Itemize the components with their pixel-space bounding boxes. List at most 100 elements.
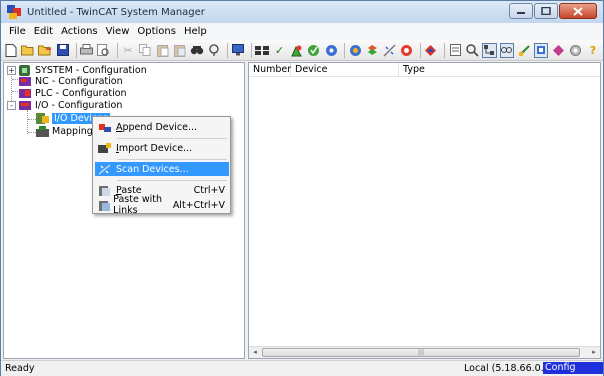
paste-icon[interactable] <box>155 43 169 58</box>
toolbar: ✂ ✓ ? <box>1 40 603 61</box>
menu-file[interactable]: File <box>5 26 30 37</box>
link-variable-icon[interactable] <box>517 43 531 58</box>
scroll-thumb[interactable]: ||| <box>262 348 580 357</box>
menu-edit[interactable]: Edit <box>30 26 57 37</box>
print-preview-icon[interactable] <box>97 43 111 58</box>
menu-item-label: Append Device... <box>116 122 197 133</box>
append-device-icon <box>98 122 111 133</box>
tree-item-label: Mappings <box>52 125 98 137</box>
activate-config-icon[interactable] <box>290 43 304 58</box>
twincat-app-icon <box>7 5 21 19</box>
menu-item-label: Paste with Links <box>113 194 162 216</box>
cut-icon[interactable]: ✂ <box>121 43 135 58</box>
menu-view[interactable]: View <box>102 26 134 37</box>
column-type[interactable]: Type <box>399 63 600 77</box>
scan-boxes-icon[interactable] <box>365 43 379 58</box>
mappings-icon <box>36 125 49 137</box>
shortcut-label: Alt+Ctrl+V <box>172 199 225 211</box>
scan-devices-icon <box>98 163 111 175</box>
tree-connector <box>28 119 36 120</box>
restart-run-mode-icon[interactable] <box>307 43 321 58</box>
new-file-icon[interactable] <box>4 43 18 58</box>
show-variables-icon[interactable] <box>499 42 514 58</box>
tree-item-plc-configuration[interactable]: PLC - Configuration <box>19 87 127 99</box>
zoom-icon[interactable] <box>465 43 479 58</box>
tree-connector <box>12 79 18 80</box>
window-title: Untitled - TwinCAT System Manager <box>27 6 205 18</box>
tree-item-label: SYSTEM - Configuration <box>35 64 147 76</box>
close-button[interactable] <box>559 3 597 19</box>
column-number[interactable]: Number <box>249 63 291 77</box>
open-folder-icon[interactable] <box>21 43 35 58</box>
open-recent-icon[interactable] <box>38 43 52 58</box>
main-window: Untitled - TwinCAT System Manager File E… <box>0 0 604 376</box>
toggle-freerun-icon[interactable] <box>400 43 414 58</box>
scroll-left-icon[interactable]: ◂ <box>249 347 261 358</box>
minimize-button[interactable] <box>509 3 533 19</box>
menu-item-paste-with-links[interactable]: Paste with Links Alt+Ctrl+V <box>95 194 229 216</box>
context-menu: Append Device... Import Device... Scan D… <box>92 116 231 216</box>
list-header: Number Device Type <box>249 63 600 77</box>
paste-links-icon[interactable] <box>173 43 187 58</box>
import-device-icon <box>98 142 111 154</box>
tree-connector <box>12 91 18 92</box>
restart-config-mode-icon[interactable] <box>324 43 338 58</box>
nc-config-icon <box>19 76 32 87</box>
copy-icon[interactable] <box>138 43 152 58</box>
window-controls <box>508 3 597 19</box>
check-config-icon[interactable]: ✓ <box>272 43 286 58</box>
menu-item-label: Scan Devices... <box>116 163 189 175</box>
menu-separator <box>117 159 227 160</box>
help-icon[interactable]: ? <box>586 43 600 58</box>
tree-item-label: PLC - Configuration <box>35 87 127 99</box>
menu-actions[interactable]: Actions <box>57 26 102 37</box>
show-subitems-icon[interactable] <box>482 42 497 58</box>
toolbar-separator <box>117 42 119 58</box>
menu-item-scan-devices[interactable]: Scan Devices... <box>95 162 229 176</box>
status-text: Ready <box>5 363 35 374</box>
show-offsets-icon[interactable] <box>534 42 549 58</box>
menu-item-import-device[interactable]: Import Device... <box>95 141 229 155</box>
paste-icon <box>98 185 111 196</box>
tree-item-mappings[interactable]: Mappings <box>36 125 98 137</box>
generate-mappings-icon[interactable] <box>255 43 270 58</box>
tree-item-nc-configuration[interactable]: NC - Configuration <box>19 75 123 87</box>
toolbar-separator <box>444 42 445 58</box>
tree-item-io-configuration[interactable]: - I/O - Configuration <box>7 99 122 111</box>
tree-connector <box>27 110 28 134</box>
title-bar[interactable]: Untitled - TwinCAT System Manager <box>1 1 603 23</box>
scan-devices-icon[interactable] <box>383 43 397 58</box>
menu-help[interactable]: Help <box>180 26 211 37</box>
toolbar-separator <box>75 42 77 58</box>
scroll-right-icon[interactable]: ▸ <box>588 347 600 358</box>
find-next-icon[interactable] <box>207 43 221 58</box>
config-mode-badge: Config Mode <box>543 362 603 376</box>
expand-icon[interactable]: + <box>7 65 16 75</box>
save-icon[interactable] <box>56 43 70 58</box>
paste-links-icon <box>98 200 110 211</box>
shortcut-label: Ctrl+V <box>193 184 225 196</box>
settings-icon[interactable] <box>569 43 583 58</box>
menu-item-text: mport Device... <box>118 142 193 154</box>
system-config-icon <box>19 64 32 76</box>
print-icon[interactable] <box>80 43 94 58</box>
minimize-icon <box>517 12 525 14</box>
find-icon[interactable] <box>190 43 204 58</box>
reload-devices-icon[interactable] <box>348 43 362 58</box>
show-online-icon[interactable] <box>448 43 462 58</box>
toolbar-separator <box>251 42 253 58</box>
target-system-icon[interactable] <box>551 43 565 58</box>
menu-item-append-device[interactable]: Append Device... <box>95 120 229 134</box>
menu-options[interactable]: Options <box>133 26 180 37</box>
collapse-icon[interactable]: - <box>7 100 16 110</box>
menu-separator <box>117 138 227 139</box>
menu-bar: File Edit Actions View Options Help <box>1 23 603 40</box>
horizontal-scrollbar[interactable]: ◂ ||| ▸ <box>249 346 600 358</box>
menu-item-text: ppend Device... <box>122 121 198 133</box>
menu-item-label: Import Device... <box>116 143 192 154</box>
device-list[interactable]: Number Device Type ◂ ||| ▸ <box>248 62 601 359</box>
maximize-button[interactable] <box>534 3 558 19</box>
column-device[interactable]: Device <box>291 63 399 77</box>
monitor-icon[interactable] <box>231 43 245 58</box>
lock-force-icon[interactable] <box>424 43 438 58</box>
